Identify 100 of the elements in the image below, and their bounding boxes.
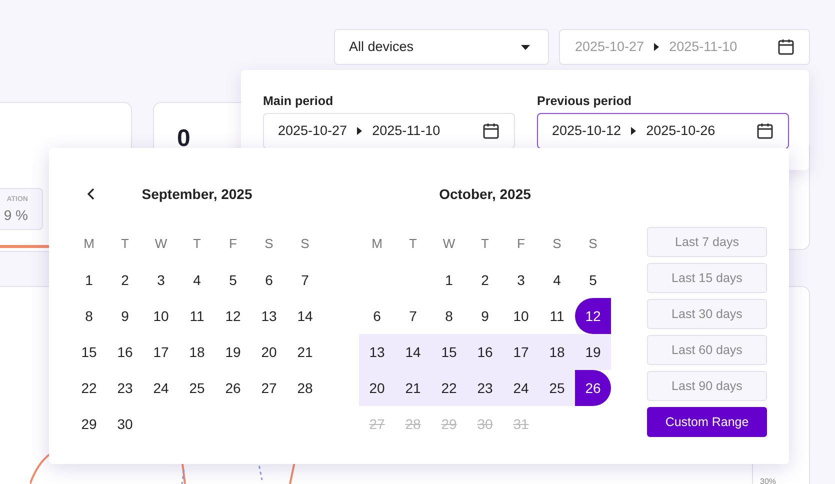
end-date: 2025-10-26 bbox=[646, 122, 716, 140]
calendar-day[interactable]: 1 bbox=[71, 262, 107, 298]
calendar-day[interactable]: 19 bbox=[575, 334, 611, 370]
calendar-day[interactable]: 21 bbox=[287, 334, 323, 370]
calendar-day[interactable]: 13 bbox=[251, 298, 287, 334]
calendar-day[interactable]: 6 bbox=[251, 262, 287, 298]
calendar-day[interactable]: 6 bbox=[359, 298, 395, 334]
calendar-day[interactable]: 7 bbox=[395, 298, 431, 334]
calendar-day[interactable]: 3 bbox=[143, 262, 179, 298]
calendar-day[interactable]: 18 bbox=[179, 334, 215, 370]
weekday-label: S bbox=[588, 235, 598, 254]
calendar-day[interactable]: 18 bbox=[539, 334, 575, 370]
weekday-label: S bbox=[552, 235, 562, 254]
calendar-day[interactable]: 24 bbox=[503, 370, 539, 406]
weekday-label: M bbox=[82, 235, 96, 254]
weekday-label: T bbox=[120, 235, 130, 254]
end-date: 2025-11-10 bbox=[372, 122, 440, 140]
chevron-left-icon bbox=[87, 188, 95, 200]
calendar-day[interactable]: 8 bbox=[71, 298, 107, 334]
calendar-day[interactable]: 13 bbox=[359, 334, 395, 370]
calendar-day[interactable]: 11 bbox=[539, 298, 575, 334]
weekday-label: T bbox=[192, 235, 202, 254]
calendar-day[interactable]: 23 bbox=[107, 370, 143, 406]
calendar-day: 30 bbox=[467, 406, 503, 442]
calendar-day[interactable]: 15 bbox=[71, 334, 107, 370]
caret-right-icon bbox=[631, 126, 636, 135]
period-label: Previous period bbox=[537, 93, 632, 110]
calendar-day[interactable]: 17 bbox=[143, 334, 179, 370]
calendar-day[interactable]: 11 bbox=[179, 298, 215, 334]
calendar-day[interactable]: 5 bbox=[215, 262, 251, 298]
calendar-day[interactable]: 26 bbox=[575, 370, 611, 406]
calendar-day[interactable]: 28 bbox=[287, 370, 323, 406]
period-date-field[interactable]: 2025-10-12 2025-10-26 bbox=[537, 112, 789, 149]
calendar-day[interactable]: 15 bbox=[431, 334, 467, 370]
period-date-field[interactable]: 2025-10-27 2025-11-10 bbox=[263, 112, 515, 149]
stat-value: 9 % bbox=[4, 208, 28, 222]
calendar-day[interactable]: 22 bbox=[431, 370, 467, 406]
calendar-day[interactable]: 7 bbox=[287, 262, 323, 298]
month-title: September, 2025 bbox=[142, 184, 252, 204]
end-date: 2025-11-10 bbox=[669, 38, 738, 56]
calendar-day[interactable]: 12 bbox=[575, 298, 611, 334]
calendar-day[interactable]: 8 bbox=[431, 298, 467, 334]
weekday-label: F bbox=[228, 235, 238, 254]
calendar-day: 29 bbox=[431, 406, 467, 442]
calendar-day[interactable]: 23 bbox=[467, 370, 503, 406]
axis-label: 30% bbox=[760, 476, 776, 484]
card-value: 0 bbox=[177, 125, 190, 152]
calendar-day: 27 bbox=[359, 406, 395, 442]
calendar-day[interactable]: 22 bbox=[71, 370, 107, 406]
calendar-day[interactable]: 9 bbox=[107, 298, 143, 334]
calendar-day[interactable]: 20 bbox=[251, 334, 287, 370]
calendar-icon bbox=[482, 122, 500, 140]
start-date: 2025-10-27 bbox=[278, 122, 348, 140]
calendar-day[interactable]: 12 bbox=[215, 298, 251, 334]
weekday-label: W bbox=[154, 235, 168, 254]
start-date: 2025-10-12 bbox=[552, 122, 622, 140]
calendar-day[interactable]: 25 bbox=[539, 370, 575, 406]
preset-button[interactable]: Custom Range bbox=[647, 407, 767, 437]
period-label: Main period bbox=[263, 93, 334, 110]
calendar-day[interactable]: 4 bbox=[539, 262, 575, 298]
calendar-day[interactable]: 16 bbox=[467, 334, 503, 370]
calendar-day[interactable]: 10 bbox=[503, 298, 539, 334]
weekday-label: F bbox=[516, 235, 526, 254]
calendar-day[interactable]: 16 bbox=[107, 334, 143, 370]
caret-down-icon bbox=[521, 44, 530, 50]
calendar-day: 31 bbox=[503, 406, 539, 442]
calendar-day[interactable]: 14 bbox=[287, 298, 323, 334]
calendar-day[interactable]: 1 bbox=[431, 262, 467, 298]
weekday-label: S bbox=[264, 235, 274, 254]
calendar-day[interactable]: 26 bbox=[215, 370, 251, 406]
calendar-day[interactable]: 25 bbox=[179, 370, 215, 406]
calendar-day[interactable]: 10 bbox=[143, 298, 179, 334]
calendar-day[interactable]: 21 bbox=[395, 370, 431, 406]
device-dropdown[interactable]: All devices bbox=[334, 29, 549, 65]
weekday-label: S bbox=[300, 235, 310, 254]
calendar-day[interactable]: 3 bbox=[503, 262, 539, 298]
calendar-day[interactable]: 14 bbox=[395, 334, 431, 370]
calendar-icon bbox=[756, 122, 774, 140]
calendar-icon bbox=[777, 38, 795, 56]
calendar-day[interactable]: 19 bbox=[215, 334, 251, 370]
calendar-day[interactable]: 4 bbox=[179, 262, 215, 298]
calendar-day[interactable]: 27 bbox=[251, 370, 287, 406]
weekday-label: T bbox=[408, 235, 418, 254]
calendar-day[interactable]: 30 bbox=[107, 406, 143, 442]
calendar-day[interactable]: 2 bbox=[107, 262, 143, 298]
caret-right-icon bbox=[357, 126, 362, 135]
calendar-day[interactable]: 17 bbox=[503, 334, 539, 370]
calendar-day[interactable]: 9 bbox=[467, 298, 503, 334]
calendar-day[interactable]: 5 bbox=[575, 262, 611, 298]
start-date: 2025-10-27 bbox=[575, 38, 644, 56]
calendar-day[interactable]: 24 bbox=[143, 370, 179, 406]
weekday-label: T bbox=[480, 235, 490, 254]
caret-right-icon bbox=[654, 43, 660, 51]
month-title: October, 2025 bbox=[439, 184, 531, 204]
weekday-label: W bbox=[442, 235, 456, 254]
calendar-day[interactable]: 20 bbox=[359, 370, 395, 406]
weekday-label: M bbox=[370, 235, 384, 254]
calendar-day[interactable]: 29 bbox=[71, 406, 107, 442]
calendar-day[interactable]: 2 bbox=[467, 262, 503, 298]
calendar-day: 28 bbox=[395, 406, 431, 442]
